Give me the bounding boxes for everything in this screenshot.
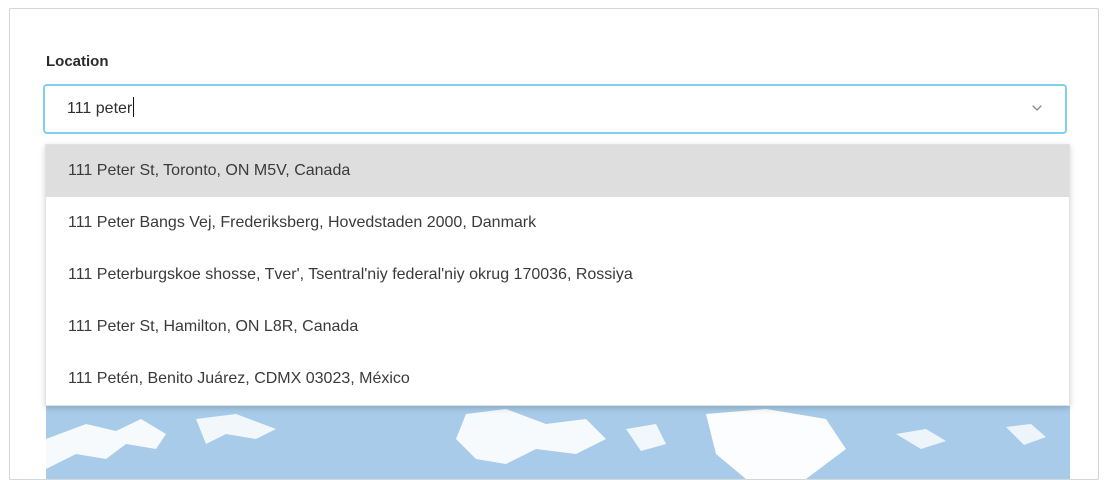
text-cursor (133, 97, 135, 118)
suggestion-option[interactable]: 111 Peterburgskoe shosse, Tver', Tsentra… (46, 249, 1069, 301)
suggestion-option[interactable]: 111 Peter St, Hamilton, ON L8R, Canada (46, 301, 1069, 353)
location-label: Location (46, 53, 109, 70)
suggestion-option[interactable]: 111 Petén, Benito Juárez, CDMX 03023, Mé… (46, 353, 1069, 405)
location-input[interactable]: 111 peter (67, 86, 135, 132)
suggestion-option[interactable]: 111 Peter Bangs Vej, Frederiksberg, Hove… (46, 197, 1069, 249)
suggestion-option[interactable]: 111 Peter St, Toronto, ON M5V, Canada (46, 145, 1069, 197)
suggestions-dropdown: 111 Peter St, Toronto, ON M5V, Canada 111… (45, 144, 1070, 406)
location-combobox[interactable]: 111 peter (43, 84, 1067, 134)
location-input-value: 111 peter (67, 100, 133, 117)
chevron-down-icon[interactable] (1031, 102, 1043, 114)
